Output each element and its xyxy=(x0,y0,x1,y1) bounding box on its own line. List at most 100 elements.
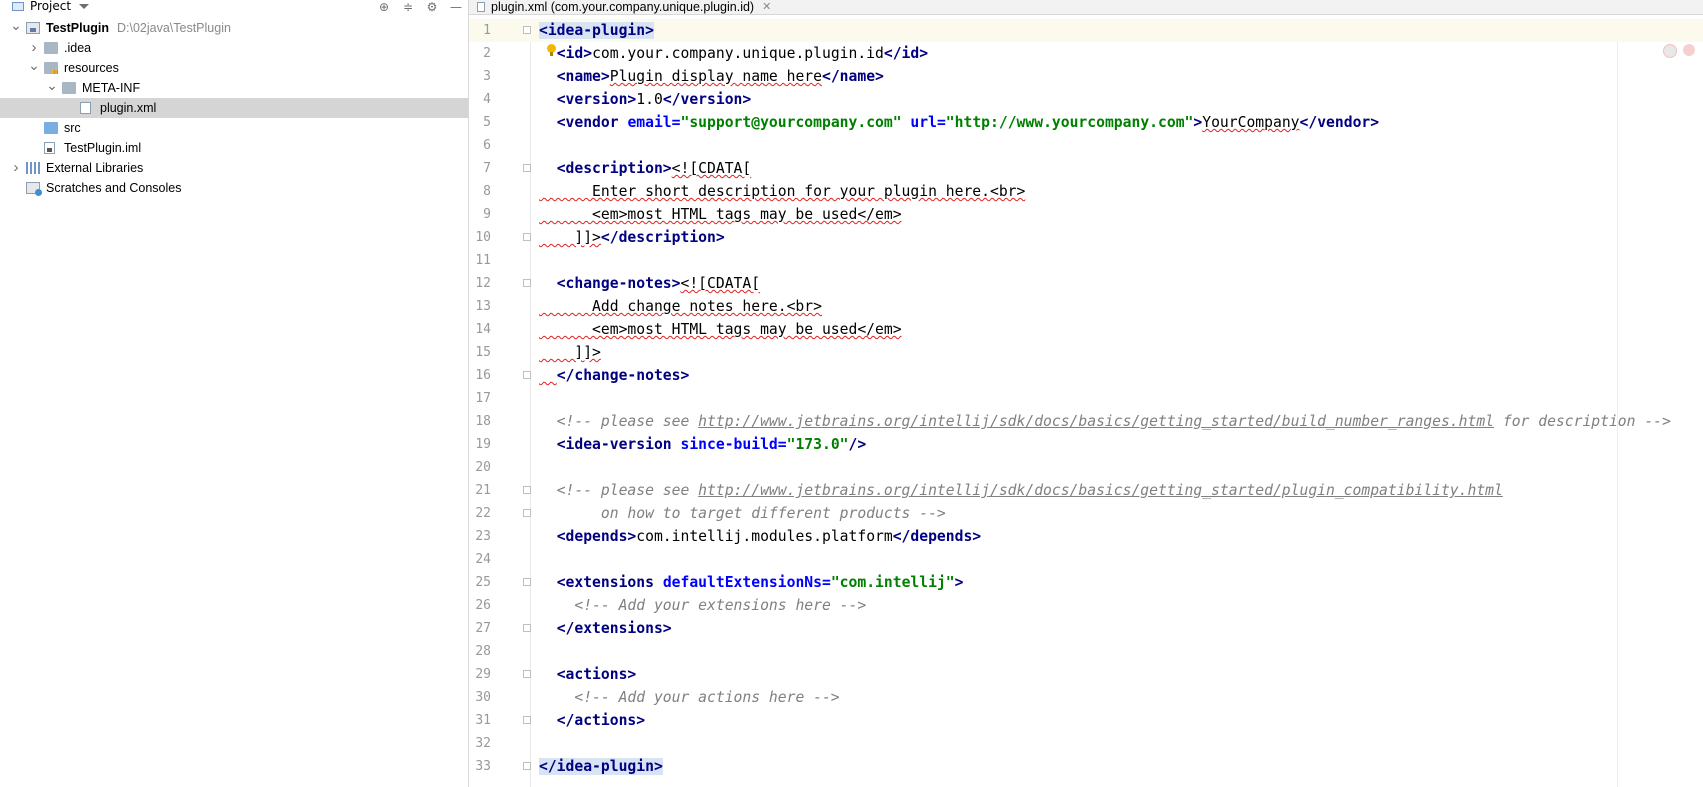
close-icon[interactable]: ✕ xyxy=(762,1,771,13)
code-line[interactable]: 32 xyxy=(469,732,1703,755)
line-number: 6 xyxy=(483,138,491,153)
code-token-tag: <name> xyxy=(556,68,610,85)
code-line[interactable]: 1 <idea-plugin> xyxy=(469,19,1703,42)
line-number: 23 xyxy=(475,529,491,544)
code-line[interactable]: 7 <description><![CDATA[ xyxy=(469,157,1703,180)
code-token-tag: > xyxy=(954,574,964,591)
editor-tab-plugin-xml[interactable]: plugin.xml (com.your.company.unique.plug… xyxy=(477,0,771,14)
code-line[interactable]: 31 </actions> xyxy=(469,709,1703,732)
project-view-selector[interactable]: Project xyxy=(12,0,90,13)
code-line[interactable]: 2 <id>com.your.company.unique.plugin.id<… xyxy=(469,42,1703,65)
tree-item-idea[interactable]: › .idea xyxy=(0,38,468,58)
code-token-tag: </version> xyxy=(662,91,752,108)
code-text: <extensions defaultExtensionNs="com.inte… xyxy=(539,571,964,594)
code-token-tag: </vendor> xyxy=(1299,114,1380,131)
code-line[interactable]: 6 xyxy=(469,134,1703,157)
tree-item-external-libraries[interactable]: › External Libraries xyxy=(0,158,468,178)
code-line[interactable]: 8 Enter short description for your plugi… xyxy=(469,180,1703,203)
tree-item-testplugin[interactable]: ⌄ TestPlugin D:\02java\TestPlugin xyxy=(0,18,468,38)
code-line[interactable]: 23 <depends>com.intellij.modules.platfor… xyxy=(469,525,1703,548)
locate-file-icon[interactable]: ⊕ xyxy=(372,0,396,13)
tree-item-src[interactable]: src xyxy=(0,118,468,138)
tree-item-resources[interactable]: ⌄ resources xyxy=(0,58,468,78)
fold-marker-icon[interactable] xyxy=(523,26,531,34)
fold-marker-icon[interactable] xyxy=(523,164,531,172)
code-token-tag: </id> xyxy=(883,45,929,62)
code-token-tag: <depends> xyxy=(556,528,637,545)
code-line[interactable]: 30 <!-- Add your actions here --> xyxy=(469,686,1703,709)
fold-marker-icon[interactable] xyxy=(523,279,531,287)
code-text: ]]></description> xyxy=(539,226,724,249)
chevron-right-icon[interactable]: › xyxy=(10,158,22,178)
code-line[interactable]: 20 xyxy=(469,456,1703,479)
fold-marker-icon[interactable] xyxy=(523,509,531,517)
code-line[interactable]: 22 on how to target different products -… xyxy=(469,502,1703,525)
code-line[interactable]: 25 <extensions defaultExtensionNs="com.i… xyxy=(469,571,1703,594)
chevron-right-icon[interactable]: › xyxy=(28,38,40,58)
fold-marker-icon[interactable] xyxy=(523,716,531,724)
chevron-down-icon[interactable]: ⌄ xyxy=(28,58,40,78)
iml-file-icon xyxy=(44,142,55,154)
code-line[interactable]: 27 </extensions> xyxy=(469,617,1703,640)
line-number: 9 xyxy=(483,207,491,222)
code-line[interactable]: 11 xyxy=(469,249,1703,272)
fold-marker-icon[interactable] xyxy=(523,670,531,678)
line-number: 14 xyxy=(475,322,491,337)
code-line[interactable]: 19 <idea-version since-build="173.0"/> xyxy=(469,433,1703,456)
tree-item-scratches-and-consoles[interactable]: Scratches and Consoles xyxy=(0,178,468,198)
code-line[interactable]: 26 <!-- Add your extensions here --> xyxy=(469,594,1703,617)
code-token-sq: <em>most HTML tags may be used</em> xyxy=(539,321,902,338)
code-line[interactable]: 29 <actions> xyxy=(469,663,1703,686)
code-text: Add change notes here.<br> xyxy=(539,295,822,318)
tree-item-plugin-xml[interactable]: plugin.xml xyxy=(0,98,468,118)
fold-marker-icon[interactable] xyxy=(523,486,531,494)
chrome-icon[interactable] xyxy=(1663,44,1677,58)
code-line[interactable]: 4 <version>1.0</version> xyxy=(469,88,1703,111)
code-line[interactable]: 28 xyxy=(469,640,1703,663)
code-line[interactable]: 10 ]]></description> xyxy=(469,226,1703,249)
libraries-icon xyxy=(26,162,40,174)
tree-item-meta-inf[interactable]: ⌄ META-INF xyxy=(0,78,468,98)
tree-item-label: Scratches and Consoles xyxy=(46,181,182,195)
firefox-icon[interactable] xyxy=(1683,44,1695,56)
fold-marker-icon[interactable] xyxy=(523,578,531,586)
code-line[interactable]: 17 xyxy=(469,387,1703,410)
code-text: </change-notes> xyxy=(539,364,690,387)
line-number: 18 xyxy=(475,414,491,429)
chevron-down-icon[interactable]: ⌄ xyxy=(10,18,22,38)
code-line[interactable]: 21 <!-- please see http://www.jetbrains.… xyxy=(469,479,1703,502)
fold-marker-icon[interactable] xyxy=(523,233,531,241)
code-line[interactable]: 9 <em>most HTML tags may be used</em> xyxy=(469,203,1703,226)
code-token-cmtlink[interactable]: http://www.jetbrains.org/intellij/sdk/do… xyxy=(698,482,1503,499)
fold-marker-icon[interactable] xyxy=(523,624,531,632)
code-line[interactable]: 18 <!-- please see http://www.jetbrains.… xyxy=(469,410,1703,433)
code-text: <version>1.0</version> xyxy=(539,88,752,111)
code-text: Enter short description for your plugin … xyxy=(539,180,1025,203)
fold-marker-icon[interactable] xyxy=(523,762,531,770)
line-number: 12 xyxy=(475,276,491,291)
code-line[interactable]: 16 </change-notes> xyxy=(469,364,1703,387)
code-token-cmt: <!-- Add your actions here --> xyxy=(574,689,840,706)
code-line[interactable]: 3 <name>Plugin display name here</name> xyxy=(469,65,1703,88)
code-area[interactable]: 1 <idea-plugin> 2 <id>com.your.company.uni… xyxy=(469,19,1703,778)
code-line[interactable]: 5 <vendor email="support@yourcompany.com… xyxy=(469,111,1703,134)
hide-panel-icon[interactable]: — xyxy=(444,0,468,13)
collapse-all-icon[interactable]: ≑ xyxy=(396,0,420,13)
code-token-cmtlink[interactable]: http://www.jetbrains.org/intellij/sdk/do… xyxy=(698,413,1494,430)
code-line[interactable]: 12 <change-notes><![CDATA[ xyxy=(469,272,1703,295)
code-token-sq xyxy=(539,367,557,384)
code-line[interactable]: 33 </idea-plugin> xyxy=(469,755,1703,778)
code-token-tag: <vendor xyxy=(556,114,628,131)
chevron-down-icon[interactable]: ⌄ xyxy=(46,78,58,98)
fold-marker-icon[interactable] xyxy=(523,371,531,379)
gear-icon[interactable]: ⚙ xyxy=(420,0,444,13)
project-panel-title: Project xyxy=(30,0,72,13)
tree-item-testplugin-iml[interactable]: TestPlugin.iml xyxy=(0,138,468,158)
code-text: <!-- please see http://www.jetbrains.org… xyxy=(539,410,1671,433)
code-line[interactable]: 14 <em>most HTML tags may be used</em> xyxy=(469,318,1703,341)
code-line[interactable]: 24 xyxy=(469,548,1703,571)
code-line[interactable]: 13 Add change notes here.<br> xyxy=(469,295,1703,318)
source-folder-icon xyxy=(44,122,58,134)
code-line[interactable]: 15 ]]> xyxy=(469,341,1703,364)
line-number: 8 xyxy=(483,184,491,199)
